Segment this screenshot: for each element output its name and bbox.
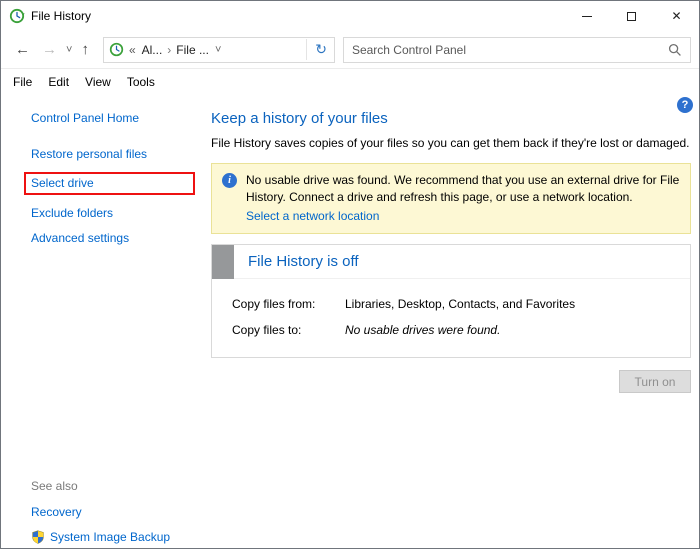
sidebar-item-control-panel-home[interactable]: Control Panel Home [31, 111, 195, 125]
window-body: ? Control Panel Home Restore personal fi… [1, 95, 699, 548]
sidebar-item-restore-personal-files[interactable]: Restore personal files [31, 147, 195, 161]
back-button[interactable]: ← [9, 42, 36, 57]
actions-row: Turn on [211, 370, 691, 393]
copy-files-from-row: Copy files from: Libraries, Desktop, Con… [232, 297, 680, 311]
close-button[interactable]: ✕ [654, 1, 699, 31]
sidebar-see-also-section: See also Recovery System Image Backup [31, 479, 195, 544]
sidebar-item-advanced-settings[interactable]: Advanced settings [31, 231, 195, 245]
minimize-icon [582, 16, 592, 17]
uac-shield-icon [31, 530, 45, 544]
minimize-button[interactable] [564, 1, 609, 31]
breadcrumb-item-all-items[interactable]: Al... [140, 43, 165, 57]
navigation-bar: ← → ˅ ↑ « Al... › File ... ˅ ↻ [1, 31, 699, 69]
file-history-app-icon [9, 8, 25, 24]
breadcrumb-overflow-icon[interactable]: « [129, 43, 136, 57]
search-input[interactable] [352, 43, 668, 57]
sidebar: Control Panel Home Restore personal file… [1, 95, 201, 548]
history-dropdown-icon[interactable]: ˅ [63, 44, 75, 56]
copy-files-from-value: Libraries, Desktop, Contacts, and Favori… [345, 297, 575, 311]
page-description: File History saves copies of your files … [211, 136, 691, 150]
maximize-icon [627, 12, 636, 21]
window-controls: ✕ [564, 1, 699, 31]
breadcrumb-file-history-icon [109, 42, 124, 57]
refresh-button[interactable]: ↻ [306, 39, 329, 60]
copy-files-to-label: Copy files to: [232, 323, 345, 337]
status-title: File History is off [248, 253, 359, 270]
sidebar-item-system-image-backup[interactable]: System Image Backup [31, 530, 195, 544]
status-panel: File History is off Copy files from: Lib… [211, 244, 691, 358]
sidebar-item-select-drive[interactable]: Select drive [31, 176, 94, 190]
page-title: Keep a history of your files [211, 110, 691, 127]
maximize-button[interactable] [609, 1, 654, 31]
status-block-icon [212, 245, 234, 279]
see-also-label: See also [31, 479, 195, 493]
up-button[interactable]: ↑ [75, 42, 95, 57]
titlebar: File History ✕ [1, 1, 699, 31]
system-image-backup-label[interactable]: System Image Backup [50, 530, 170, 544]
annotation-select-drive: Select drive [24, 172, 195, 195]
warning-banner: i No usable drive was found. We recommen… [211, 163, 691, 234]
menu-file[interactable]: File [5, 72, 40, 92]
status-rows: Copy files from: Libraries, Desktop, Con… [212, 279, 690, 357]
sidebar-item-recovery[interactable]: Recovery [31, 505, 195, 519]
main-content: Keep a history of your files File Histor… [201, 95, 699, 548]
warning-text: No usable drive was found. We recommend … [246, 173, 679, 204]
crumb-separator-icon[interactable]: › [164, 43, 174, 57]
window-title: File History [31, 9, 91, 23]
forward-button[interactable]: → [36, 42, 63, 57]
file-history-window: File History ✕ ← → ˅ ↑ « Al... › File ..… [0, 0, 700, 549]
search-box[interactable] [343, 37, 691, 63]
info-icon: i [222, 173, 237, 188]
copy-files-from-label: Copy files from: [232, 297, 345, 311]
copy-files-to-value: No usable drives were found. [345, 323, 500, 337]
menu-tools[interactable]: Tools [119, 72, 163, 92]
breadcrumb-item-file-history[interactable]: File ... [174, 43, 211, 57]
close-icon: ✕ [671, 9, 681, 23]
select-network-location-link[interactable]: Select a network location [246, 208, 379, 225]
help-button[interactable]: ? [677, 97, 693, 113]
menu-edit[interactable]: Edit [40, 72, 77, 92]
menu-view[interactable]: View [77, 72, 119, 92]
search-icon[interactable] [668, 43, 682, 57]
menu-bar: File Edit View Tools [1, 69, 699, 95]
warning-body: No usable drive was found. We recommend … [246, 172, 680, 225]
turn-on-button[interactable]: Turn on [619, 370, 691, 393]
copy-files-to-row: Copy files to: No usable drives were fou… [232, 323, 680, 337]
breadcrumb-dropdown-icon[interactable]: ˅ [211, 44, 225, 56]
status-header: File History is off [212, 245, 690, 279]
sidebar-item-exclude-folders[interactable]: Exclude folders [31, 206, 195, 220]
breadcrumb[interactable]: « Al... › File ... ˅ ↻ [103, 37, 335, 63]
